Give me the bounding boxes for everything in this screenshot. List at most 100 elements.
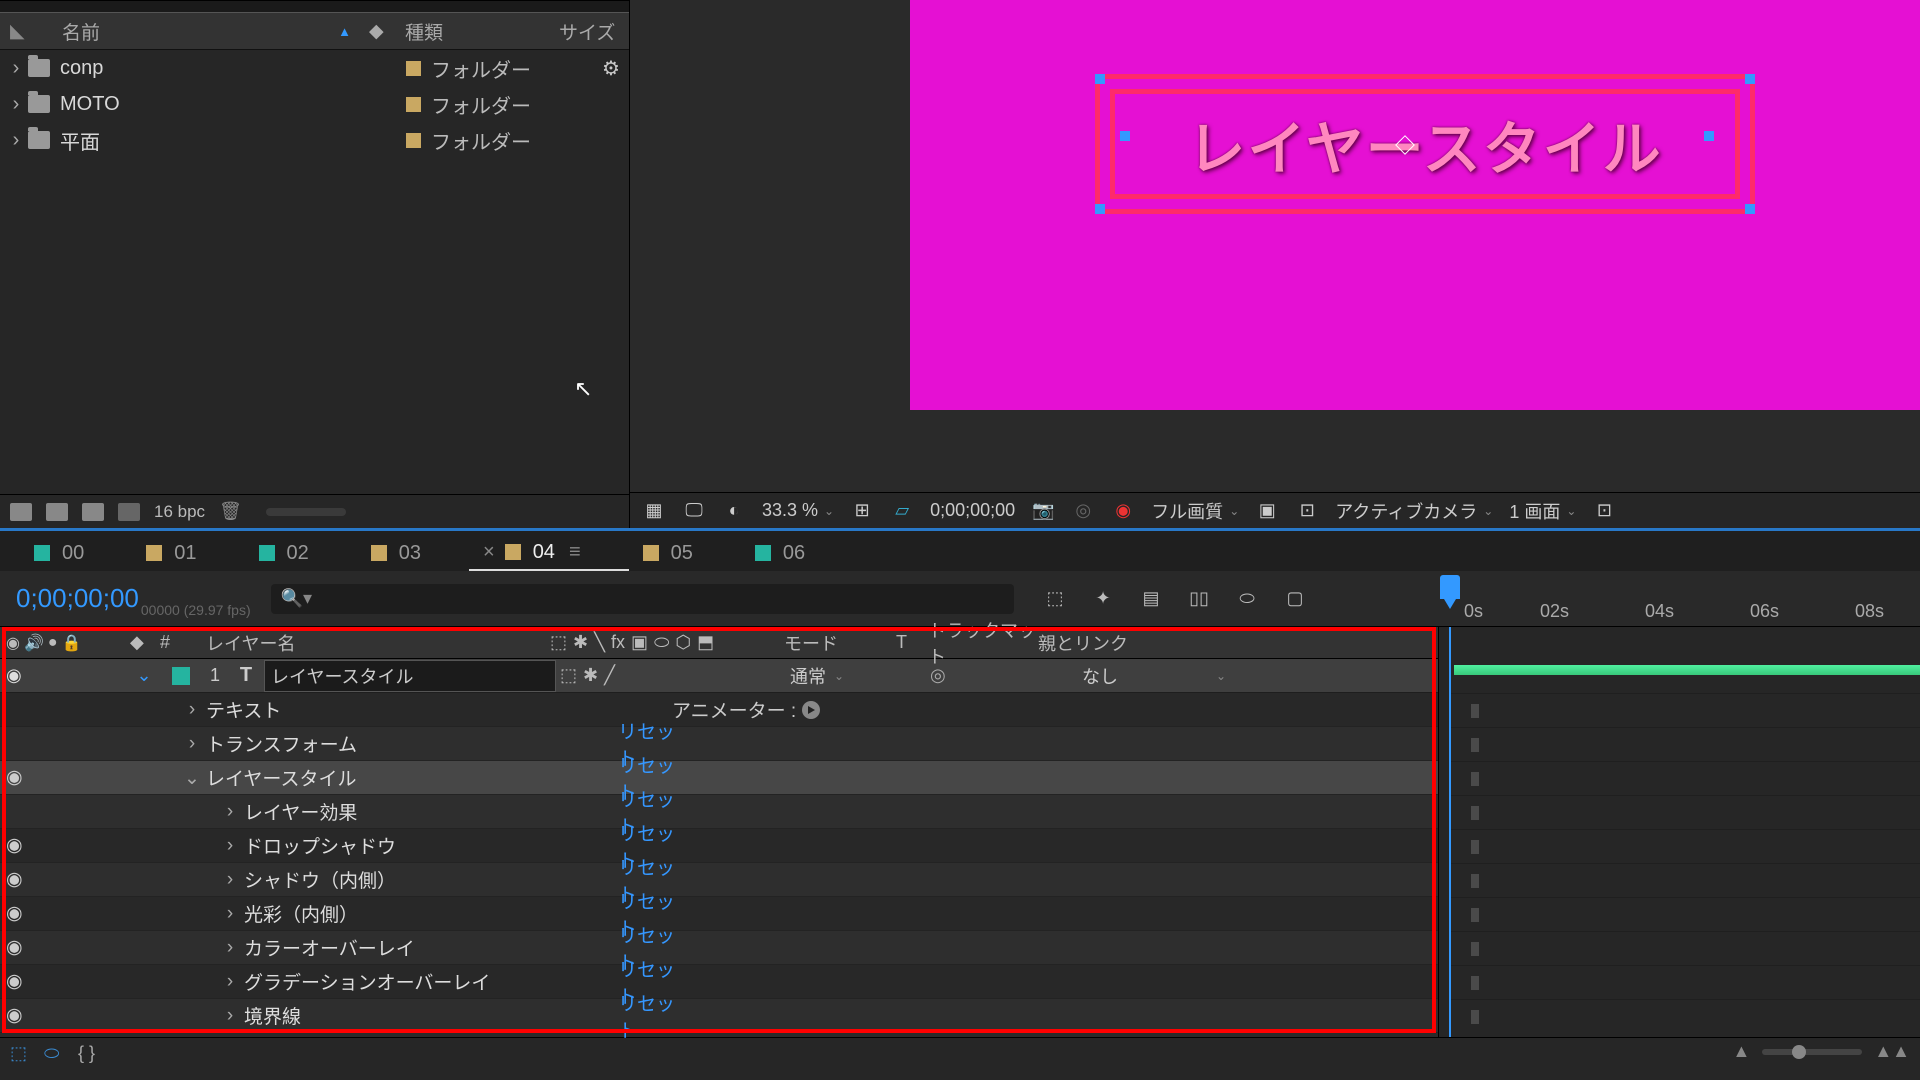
visibility-toggle[interactable]: ◉ xyxy=(6,937,23,958)
expand-caret-icon[interactable]: › xyxy=(216,971,244,993)
expand-caret-icon[interactable]: › xyxy=(8,57,24,80)
text-layer-preview[interactable]: レイヤースタイル xyxy=(1095,74,1755,214)
reset-button[interactable]: リセット xyxy=(602,989,682,1043)
grid-icon[interactable]: ⊞ xyxy=(850,501,874,521)
color-wheel-icon[interactable]: ◉ xyxy=(1111,501,1135,521)
col-size[interactable]: サイズ xyxy=(559,18,619,45)
selection-handle[interactable] xyxy=(1745,204,1755,214)
keyframe-marker[interactable] xyxy=(1471,976,1479,990)
brackets-icon[interactable]: { } xyxy=(78,1043,100,1061)
new-folder-icon[interactable] xyxy=(46,503,68,521)
label-swatch[interactable] xyxy=(172,667,190,685)
expand-caret-icon[interactable]: › xyxy=(178,699,206,721)
shy-icon[interactable]: ▤ xyxy=(1138,588,1164,610)
project-item[interactable]: › 平面 フォルダー xyxy=(0,122,629,158)
property-drop-shadow[interactable]: ◉ › ドロップシャドウ リセット xyxy=(0,829,1438,863)
col-type[interactable]: 種類 xyxy=(399,18,559,45)
bit-depth[interactable]: 16 bpc xyxy=(154,502,205,522)
zoom-dropdown[interactable]: 33.3 % ⌄ xyxy=(762,500,834,521)
comp-mini-flowchart-icon[interactable]: ⬚ xyxy=(1042,588,1068,610)
pickwhip-icon[interactable]: ◎ xyxy=(930,665,946,686)
expand-caret-icon[interactable]: › xyxy=(216,903,244,925)
property-color-overlay[interactable]: ◉ › カラーオーバーレイ リセット xyxy=(0,931,1438,965)
new-comp-icon[interactable] xyxy=(82,503,104,521)
selection-handle[interactable] xyxy=(1095,74,1105,84)
property-gradient-overlay[interactable]: ◉ › グラデーションオーバーレイ リセット xyxy=(0,965,1438,999)
zoom-in-icon[interactable]: ▲▲ xyxy=(1874,1041,1910,1062)
adjust-icon[interactable] xyxy=(118,503,140,521)
col-parent[interactable]: 親とリンク xyxy=(1038,630,1238,656)
flowchart-icon[interactable]: ⚙ xyxy=(601,56,621,81)
keyframe-marker[interactable] xyxy=(1471,1010,1479,1024)
expand-caret-icon[interactable]: › xyxy=(178,733,206,755)
tab-06[interactable]: 06 xyxy=(741,535,853,571)
property-layer-effect[interactable]: › レイヤー効果 リセット xyxy=(0,795,1438,829)
resolution-dropdown[interactable]: フル画質 ⌄ xyxy=(1151,498,1239,524)
property-layer-style[interactable]: ◉ ⌄ レイヤースタイル リセット xyxy=(0,761,1438,795)
tab-01[interactable]: 01 xyxy=(132,535,244,571)
property-stroke[interactable]: ◉ › 境界線 リセット xyxy=(0,999,1438,1033)
solo-icon[interactable]: ● xyxy=(48,634,58,652)
keyframe-marker[interactable] xyxy=(1471,874,1479,888)
expand-caret-icon[interactable]: › xyxy=(216,835,244,857)
region-icon[interactable]: ▱ xyxy=(890,501,914,521)
visibility-toggle[interactable]: ◉ xyxy=(6,767,23,788)
property-transform[interactable]: › トランスフォーム リセット xyxy=(0,727,1438,761)
blend-mode-dropdown[interactable]: 通常 ⌄ xyxy=(786,663,898,689)
property-text[interactable]: › テキスト アニメーター : xyxy=(0,693,1438,727)
panel-menu-icon[interactable]: ≡ xyxy=(569,541,581,564)
project-item[interactable]: › MOTO フォルダー xyxy=(0,86,629,122)
col-name[interactable]: 名前 xyxy=(32,18,338,45)
property-inner-glow[interactable]: ◉ › 光彩（内側） リセット xyxy=(0,897,1438,931)
frame-blend-icon[interactable]: ▯▯ xyxy=(1186,588,1212,610)
keyframe-marker[interactable] xyxy=(1471,704,1479,718)
viewer-timecode[interactable]: 0;00;00;00 xyxy=(930,500,1015,521)
selection-handle[interactable] xyxy=(1704,131,1714,141)
parent-dropdown[interactable]: なし ⌄ xyxy=(1082,663,1282,689)
project-column-headers[interactable]: ◣ 名前 ▲ ◆ 種類 サイズ xyxy=(0,12,629,50)
keyframe-marker[interactable] xyxy=(1471,772,1479,786)
zoom-out-icon[interactable]: ▲ xyxy=(1733,1041,1751,1062)
shy-switch[interactable]: ⬚ xyxy=(560,665,577,686)
project-item[interactable]: › conp フォルダー ⚙ xyxy=(0,50,629,86)
visibility-toggle[interactable]: ◉ xyxy=(6,869,23,890)
thumbnail-slider[interactable] xyxy=(266,508,346,516)
camera-dropdown[interactable]: アクティブカメラ ⌄ xyxy=(1335,498,1493,524)
expand-caret-icon[interactable]: ⌄ xyxy=(124,665,164,686)
current-timecode[interactable]: 0;00;00;00 xyxy=(16,583,139,614)
tab-04[interactable]: ×04≡ xyxy=(469,535,629,571)
keyframe-marker[interactable] xyxy=(1471,806,1479,820)
toggle-modes-icon[interactable]: ⬭ xyxy=(44,1043,66,1061)
tab-03[interactable]: 03 xyxy=(357,535,469,571)
label-swatch[interactable] xyxy=(406,97,421,112)
3d-view-icon[interactable]: ⊡ xyxy=(1295,501,1319,521)
show-snapshot-icon[interactable]: ◎ xyxy=(1071,501,1095,521)
keyframe-marker[interactable] xyxy=(1471,840,1479,854)
visibility-toggle[interactable]: ◉ xyxy=(6,665,22,686)
expand-caret-icon[interactable]: › xyxy=(8,93,24,116)
sort-arrow-icon[interactable]: ▲ xyxy=(338,24,351,39)
track-matte-dropdown[interactable]: ◎ xyxy=(930,665,1082,686)
quality-switch[interactable]: ╱ xyxy=(604,665,615,686)
canvas[interactable]: レイヤースタイル xyxy=(910,0,1920,410)
col-num[interactable]: # xyxy=(160,632,196,653)
tab-00[interactable]: 00 xyxy=(20,535,132,571)
expand-caret-icon[interactable]: › xyxy=(216,869,244,891)
interpret-footage-icon[interactable] xyxy=(10,503,32,521)
visibility-toggle[interactable]: ◉ xyxy=(6,903,23,924)
time-ruler[interactable]: 0s 02s 04s 06s 08s xyxy=(1430,571,1920,626)
timeline-tracks[interactable] xyxy=(1438,627,1920,1037)
selection-handle[interactable] xyxy=(1120,131,1130,141)
transparency-icon[interactable]: ▣ xyxy=(1255,501,1279,521)
snapshot-icon[interactable]: 📷 xyxy=(1031,501,1055,521)
views-dropdown[interactable]: 1 画面 ⌄ xyxy=(1509,498,1576,524)
keyframe-marker[interactable] xyxy=(1471,908,1479,922)
layer-duration-bar[interactable] xyxy=(1454,665,1920,675)
audio-icon[interactable]: 🔊 xyxy=(24,633,44,653)
trash-icon[interactable]: 🗑 xyxy=(219,501,242,522)
layer-search-input[interactable]: 🔍▾ xyxy=(271,584,1014,614)
label-swatch[interactable] xyxy=(406,61,421,76)
effects-switch[interactable]: ✱ xyxy=(583,665,598,686)
alpha-icon[interactable]: ▦ xyxy=(642,501,666,521)
visibility-toggle[interactable]: ◉ xyxy=(6,971,23,992)
